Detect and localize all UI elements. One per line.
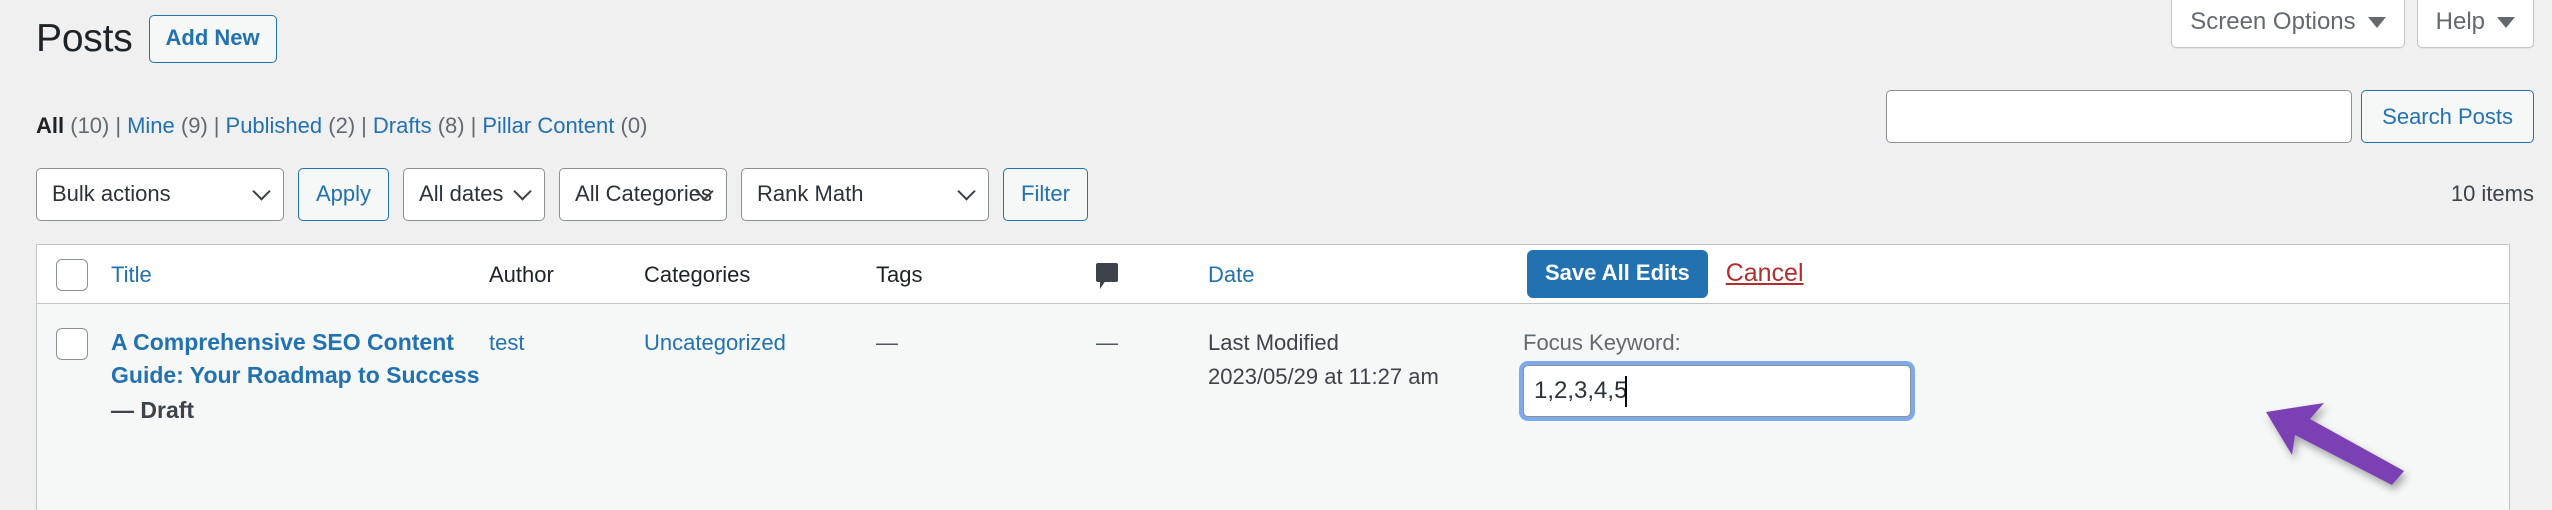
status-link-mine: Mine (9): [127, 113, 208, 138]
status-link-drafts-count: (8): [437, 113, 465, 138]
filter-button[interactable]: Filter: [1003, 167, 1088, 221]
status-link-published: Published (2): [226, 113, 356, 138]
column-header-author: Author: [489, 258, 644, 291]
add-new-button[interactable]: Add New: [148, 15, 277, 64]
column-header-comments[interactable]: [1096, 258, 1208, 291]
post-tags-value: —: [876, 330, 898, 355]
search-input[interactable]: [1886, 90, 2353, 143]
post-title-link[interactable]: A Comprehensive SEO Content Guide: Your …: [111, 329, 480, 388]
status-link-pillar-content-count: (0): [620, 113, 648, 138]
apply-button[interactable]: Apply: [298, 167, 390, 221]
chevron-down-icon: [513, 182, 532, 201]
select-all-cell: [37, 257, 99, 291]
row-focus-keyword-cell: Focus Keyword:: [1523, 326, 2509, 417]
screen-meta-bar: Screen Options Help: [2171, 0, 2534, 48]
post-state-label: — Draft: [111, 396, 195, 423]
status-link-all-label[interactable]: All: [36, 113, 64, 138]
row-tags-cell: —: [876, 326, 1096, 359]
status-link-mine-label[interactable]: Mine: [127, 113, 175, 138]
select-all-checkbox[interactable]: [56, 259, 88, 291]
chevron-down-icon: [2497, 16, 2515, 28]
date-filter-select[interactable]: All dates: [403, 167, 546, 221]
category-filter-select[interactable]: All Categories: [559, 167, 728, 221]
seo-filter-value: Rank Math: [757, 181, 864, 206]
row-categories-cell: Uncategorized: [644, 326, 876, 359]
table-header-row: Title Author Categories Tags Date Save A…: [37, 245, 2509, 304]
focus-keyword-input-wrapper: [1523, 365, 1911, 417]
posts-admin-screen: Screen Options Help Posts Add New All (1…: [0, 0, 2552, 510]
cancel-link[interactable]: Cancel: [1726, 255, 1804, 293]
status-link-drafts: Drafts (8): [373, 113, 465, 138]
screen-options-button[interactable]: Screen Options: [2171, 0, 2405, 48]
status-link-drafts-label[interactable]: Drafts: [373, 113, 432, 138]
posts-table: Title Author Categories Tags Date Save A…: [36, 244, 2510, 510]
seo-filter-select[interactable]: Rank Math: [741, 167, 990, 221]
separator: |: [213, 113, 220, 138]
column-header-title[interactable]: Title: [99, 258, 489, 291]
column-header-tags-label: Tags: [876, 261, 923, 287]
post-comments-value: —: [1096, 330, 1118, 355]
search-posts-button[interactable]: Search Posts: [2361, 90, 2534, 143]
focus-keyword-input[interactable]: [1523, 365, 1911, 417]
category-filter-value: All Categories: [575, 181, 712, 206]
post-status-filter-links: All (10) | Mine (9) | Published (2) | Drafts (…: [36, 113, 647, 139]
row-title-cell: A Comprehensive SEO Content Guide: Your …: [99, 326, 489, 427]
help-button[interactable]: Help: [2416, 0, 2534, 48]
status-link-published-label[interactable]: Published: [226, 113, 323, 138]
page-header: Posts Add New: [36, 14, 277, 65]
row-author-cell: test: [489, 326, 644, 359]
comment-bubble-icon[interactable]: [1096, 262, 1118, 289]
chevron-down-icon: [2367, 16, 2386, 28]
row-date-cell: Last Modified 2023/05/29 at 11:27 am: [1208, 326, 1523, 394]
row-select-cell: [37, 326, 99, 360]
status-link-mine-count: (9): [180, 113, 208, 138]
column-header-categories-label: Categories: [644, 261, 751, 287]
post-category-link[interactable]: Uncategorized: [644, 330, 786, 355]
items-count: 10 items: [2450, 181, 2534, 206]
focus-keyword-label: Focus Keyword:: [1523, 330, 1681, 355]
post-author-link[interactable]: test: [489, 330, 524, 355]
separator: |: [361, 113, 367, 138]
column-header-date-label[interactable]: Date: [1208, 262, 1254, 287]
column-header-author-label: Author: [489, 261, 554, 287]
status-link-pillar-content-label[interactable]: Pillar Content: [482, 113, 614, 138]
date-filter-value: All dates: [419, 181, 504, 206]
chevron-down-icon: [252, 182, 271, 201]
column-header-tags: Tags: [876, 258, 1096, 291]
separator: |: [115, 113, 122, 138]
post-date-label: Last Modified: [1208, 330, 1339, 355]
separator: |: [470, 113, 477, 138]
page-title: Posts: [36, 17, 133, 60]
column-header-categories: Categories: [644, 258, 876, 291]
help-label: Help: [2435, 8, 2485, 35]
save-all-edits-button[interactable]: Save All Edits: [1527, 250, 1708, 298]
post-date-value: 2023/05/29 at 11:27 am: [1208, 364, 1439, 390]
screen-options-label: Screen Options: [2190, 8, 2356, 35]
bulk-edit-actions: Save All Edits Cancel: [1523, 250, 2509, 298]
tablenav-top: Bulk actions Apply All dates All Categor…: [36, 166, 2534, 222]
bulk-actions-value: Bulk actions: [52, 181, 171, 206]
column-header-title-label[interactable]: Title: [111, 262, 152, 287]
status-link-all: All (10): [36, 113, 109, 138]
row-comments-cell: —: [1096, 326, 1208, 359]
row-select-checkbox[interactable]: [56, 328, 88, 360]
status-link-all-count: (10): [70, 113, 110, 138]
column-header-date[interactable]: Date: [1208, 258, 1523, 291]
text-cursor: [1625, 376, 1627, 407]
chevron-down-icon: [957, 182, 976, 201]
search-form: Search Posts: [1886, 90, 2534, 143]
status-link-published-count: (2): [328, 113, 356, 138]
bulk-actions-select[interactable]: Bulk actions: [36, 167, 284, 221]
table-row: A Comprehensive SEO Content Guide: Your …: [37, 304, 2509, 510]
status-link-pillar-content: Pillar Content (0): [482, 113, 647, 138]
